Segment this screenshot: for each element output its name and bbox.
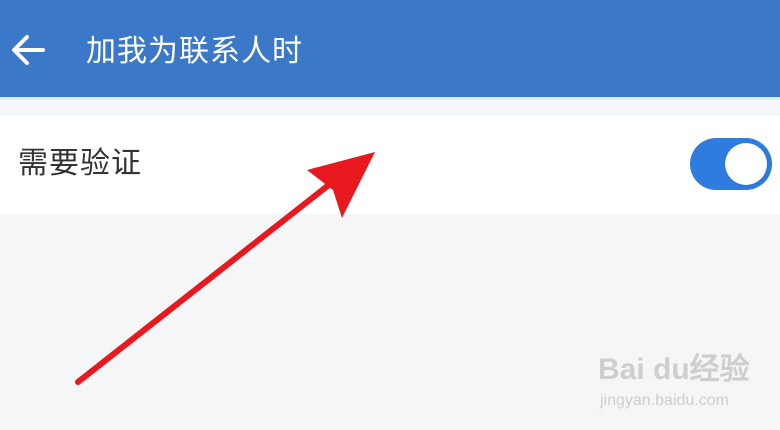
toggle-knob <box>725 143 767 185</box>
watermark: Bai du经验 jingyan.baidu.com <box>596 348 766 418</box>
watermark-url: jingyan.baidu.com <box>600 392 729 409</box>
settings-row-verification: 需要验证 <box>0 116 780 214</box>
back-button[interactable] <box>8 28 48 72</box>
verification-toggle[interactable] <box>690 138 772 190</box>
app-header: 加我为联系人时 <box>0 0 780 100</box>
arrow-left-icon <box>12 35 45 65</box>
watermark-brand: Bai du经验 <box>598 353 750 386</box>
page-title: 加我为联系人时 <box>86 34 303 69</box>
verification-label: 需要验证 <box>18 146 142 181</box>
